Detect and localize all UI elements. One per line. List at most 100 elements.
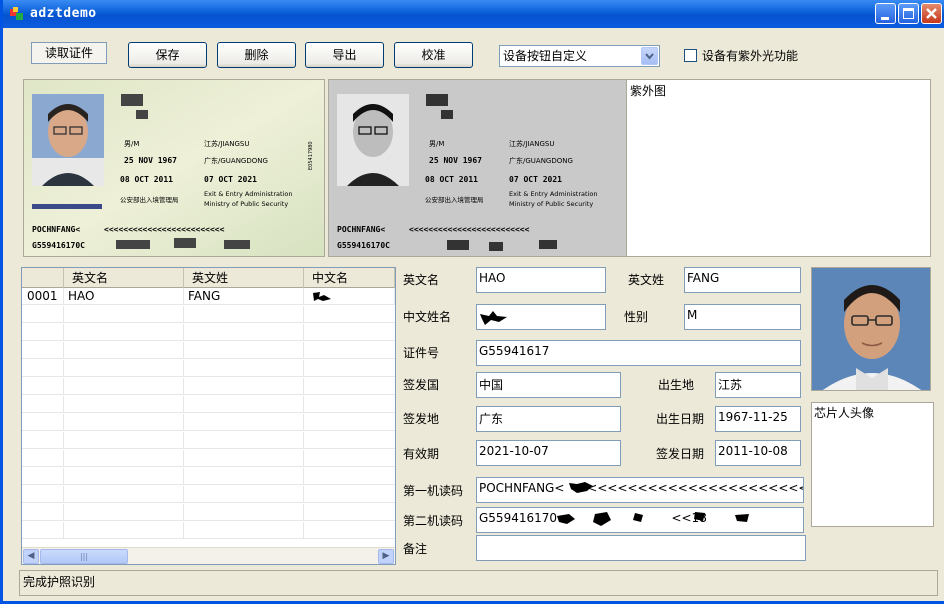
grid-col-en-surname[interactable]: 英文姓 (184, 268, 304, 288)
ir-passport-dob: 25 NOV 1967 (429, 156, 482, 165)
grid-col-cn-name[interactable]: 中文名 (304, 268, 395, 288)
table-row[interactable] (22, 468, 395, 485)
record-grid[interactable]: 英文名 英文姓 中文名 0001 HAO FANG ◀ ||| ▶ (21, 267, 396, 565)
close-button[interactable] (921, 3, 942, 24)
app-window: adztdemo 读取证件 保存 删除 导出 校准 设备按钮自定义 设备有紫外光… (0, 0, 944, 604)
export-button[interactable]: 导出 (305, 42, 384, 68)
table-row[interactable] (22, 522, 395, 539)
table-row[interactable] (22, 432, 395, 449)
ir-passport-mrz-line2: G559416170C (337, 241, 390, 250)
en-surname-field[interactable]: FANG (684, 267, 801, 293)
window-title: adztdemo (30, 6, 97, 21)
en-surname-label: 英文姓 (628, 273, 665, 287)
row-id: 0001 (22, 288, 64, 305)
en-name-label: 英文名 (403, 273, 440, 287)
gender-field[interactable]: M (684, 304, 801, 330)
birthplace-field[interactable]: 江苏 (715, 372, 801, 398)
redaction-mark (569, 482, 593, 493)
device-button-select[interactable]: 设备按钮自定义 (499, 45, 660, 67)
minimize-button[interactable] (875, 3, 896, 24)
mrz1-value: POCHNFANG< <<<<<<<<<<<<<<<<<<<<<<<<< (479, 481, 804, 495)
scroll-left-icon[interactable]: ◀ (23, 549, 39, 564)
en-name-field[interactable]: HAO (476, 267, 606, 293)
ir-passport-place-of-issue: 广东/GUANGDONG (509, 156, 573, 165)
uv-function-checkbox[interactable] (684, 49, 697, 62)
row-en-surname: FANG (184, 288, 304, 305)
mrz1-field[interactable]: POCHNFANG< <<<<<<<<<<<<<<<<<<<<<<<<< (476, 477, 804, 503)
uv-image-label: 紫外图 (630, 84, 667, 98)
table-row[interactable] (22, 486, 395, 503)
grid-col-en-name[interactable]: 英文名 (64, 268, 184, 288)
grid-header: 英文名 英文姓 中文名 (22, 268, 395, 288)
svg-text:E05417980: E05417980 (308, 141, 314, 170)
ir-passport-issue-date: 08 OCT 2011 (425, 175, 478, 184)
birth-date-field[interactable]: 1967-11-25 (715, 406, 801, 432)
table-row[interactable] (22, 450, 395, 467)
scroll-right-icon[interactable]: ▶ (378, 549, 394, 564)
passport-authority-en1: Exit & Entry Administration (204, 190, 292, 198)
table-row[interactable] (22, 378, 395, 395)
read-document-button[interactable]: 读取证件 (31, 42, 107, 64)
title-bar[interactable]: adztdemo (3, 0, 944, 28)
table-row[interactable] (22, 324, 395, 341)
cn-name-field[interactable] (476, 304, 606, 330)
passport-mrz-fill1: <<<<<<<<<<<<<<<<<<<<<<<<< (104, 225, 225, 234)
maximize-icon (903, 8, 914, 19)
mrz2-field[interactable]: G559416170 <<18 (476, 507, 804, 533)
status-text: 完成护照识别 (23, 575, 96, 589)
ir-passport-expiry-date: 07 OCT 2021 (509, 175, 562, 184)
calibrate-button[interactable]: 校准 (394, 42, 473, 68)
table-row[interactable] (22, 396, 395, 413)
table-row[interactable]: 0001 HAO FANG (22, 288, 395, 305)
doc-no-label: 证件号 (403, 346, 440, 360)
app-icon (10, 7, 23, 20)
passport-color-image: 男/M 江苏/JIANGSU 25 NOV 1967 广东/GUANGDONG … (23, 79, 325, 257)
device-button-select-value: 设备按钮自定义 (503, 49, 588, 63)
passport-sex: 男/M (124, 140, 139, 148)
chevron-down-icon[interactable] (641, 47, 658, 65)
grid-col-index[interactable] (22, 268, 64, 288)
mrz2-label: 第二机读码 (403, 514, 464, 528)
passport-mrz-line1: POCHNFANG< (32, 225, 80, 234)
table-row[interactable] (22, 306, 395, 323)
ir-passport-sex: 男/M (429, 140, 444, 148)
chip-portrait-panel: 芯片人头像 (811, 402, 934, 527)
table-row[interactable] (22, 342, 395, 359)
remarks-field[interactable] (476, 535, 806, 561)
issue-country-label: 签发国 (403, 378, 440, 392)
save-button[interactable]: 保存 (128, 42, 207, 68)
passport-place-of-birth: 江苏/JIANGSU (204, 139, 250, 148)
scroll-thumb[interactable]: ||| (40, 549, 128, 564)
passport-expiry-date: 07 OCT 2021 (204, 175, 257, 184)
issue-country-field[interactable]: 中国 (476, 372, 621, 398)
delete-button[interactable]: 删除 (217, 42, 296, 68)
issue-date-label: 签发日期 (656, 447, 705, 461)
status-bar: 完成护照识别 (19, 570, 938, 596)
table-row[interactable] (22, 504, 395, 521)
passport-authority-cn: 公安部出入境管理局 (120, 195, 179, 204)
table-row[interactable] (22, 414, 395, 431)
issue-place-label: 签发地 (403, 412, 440, 426)
table-row[interactable] (22, 360, 395, 377)
ir-passport-place-of-birth: 江苏/JIANGSU (509, 139, 555, 148)
issue-date-field[interactable]: 2011-10-08 (715, 440, 801, 466)
ir-passport-mrz-line1: POCHNFANG< (337, 225, 385, 234)
maximize-button[interactable] (898, 3, 919, 24)
passport-ir-image: 男/M 江苏/JIANGSU 25 NOV 1967 广东/GUANGDONG … (328, 79, 630, 257)
close-icon (926, 8, 937, 19)
passport-dob: 25 NOV 1967 (124, 156, 177, 165)
uv-function-label: 设备有紫外光功能 (702, 49, 799, 63)
gender-label: 性别 (624, 310, 649, 324)
issue-place-field[interactable]: 广东 (476, 406, 621, 432)
ir-passport-mrz-fill1: <<<<<<<<<<<<<<<<<<<<<<<<< (409, 225, 530, 234)
remarks-label: 备注 (403, 542, 428, 556)
chip-portrait-label: 芯片人头像 (814, 406, 875, 420)
doc-no-field[interactable]: G55941617 (476, 340, 801, 366)
mrz1-label: 第一机读码 (403, 484, 464, 498)
main-content: 读取证件 保存 删除 导出 校准 设备按钮自定义 设备有紫外光功能 男/M 江苏… (6, 28, 944, 601)
passport-place-of-issue: 广东/GUANGDONG (204, 156, 268, 165)
birth-date-label: 出生日期 (656, 412, 705, 426)
redaction-mark (313, 292, 331, 301)
valid-until-field[interactable]: 2021-10-07 (476, 440, 621, 466)
horizontal-scrollbar[interactable]: ◀ ||| ▶ (22, 547, 395, 564)
